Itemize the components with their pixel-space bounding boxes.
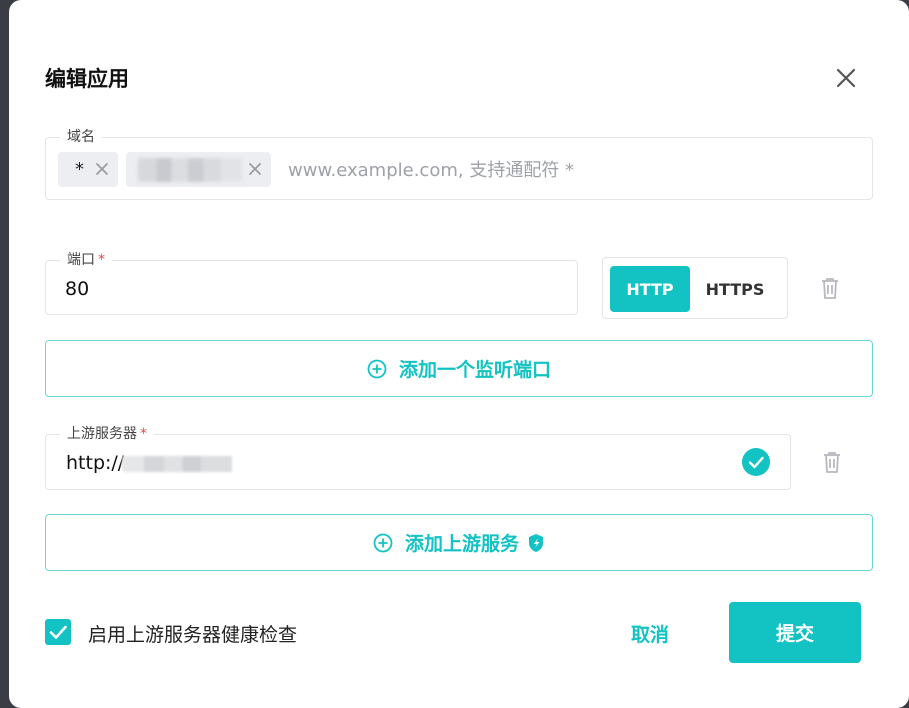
redacted-text [122,456,232,472]
add-listen-port-button[interactable]: 添加一个监听端口 [45,340,873,397]
edit-app-dialog: 编辑应用 域名 * 端口* 80 HTTP HTTPS 添 [9,0,909,708]
port-value: 80 [65,278,90,300]
add-listen-port-label: 添加一个监听端口 [398,359,551,381]
health-check-checkbox[interactable] [45,619,71,645]
protocol-toggle: HTTP HTTPS [602,257,788,319]
domain-label: 域名 [60,128,102,146]
cancel-button[interactable]: 取消 [615,617,685,649]
redacted-text [138,158,242,182]
plus-circle-icon [367,359,387,378]
trash-icon[interactable] [821,450,843,474]
badge-icon [529,533,543,552]
port-label: 端口 * [60,251,112,269]
domain-chip-redacted [126,152,271,187]
close-icon[interactable] [832,64,860,92]
domain-field[interactable]: 域名 * [45,128,873,200]
trash-icon[interactable] [819,276,841,300]
domain-chip-text: * [75,159,84,180]
chip-remove-icon[interactable] [247,161,263,177]
health-check-label: 启用上游服务器健康检查 [88,624,298,646]
upstream-field[interactable]: 上游服务器 * http:// [45,425,791,490]
required-mark: * [140,426,147,442]
upstream-label: 上游服务器 * [60,425,154,443]
submit-button[interactable]: 提交 [729,602,861,663]
add-upstream-button[interactable]: 添加上游服务 [45,514,873,571]
protocol-http-button[interactable]: HTTP [610,266,690,312]
add-upstream-label: 添加上游服务 [404,533,519,555]
domain-chip-wildcard: * [58,152,118,187]
chip-remove-icon[interactable] [94,161,110,177]
dialog-title: 编辑应用 [45,67,129,91]
protocol-https-button[interactable]: HTTPS [695,266,775,312]
required-mark: * [98,252,105,268]
port-field[interactable]: 端口 * 80 [45,251,578,315]
check-circle-icon [741,447,771,477]
plus-circle-icon [373,533,393,552]
domain-input[interactable] [286,152,850,189]
upstream-value: http:// [66,452,125,474]
